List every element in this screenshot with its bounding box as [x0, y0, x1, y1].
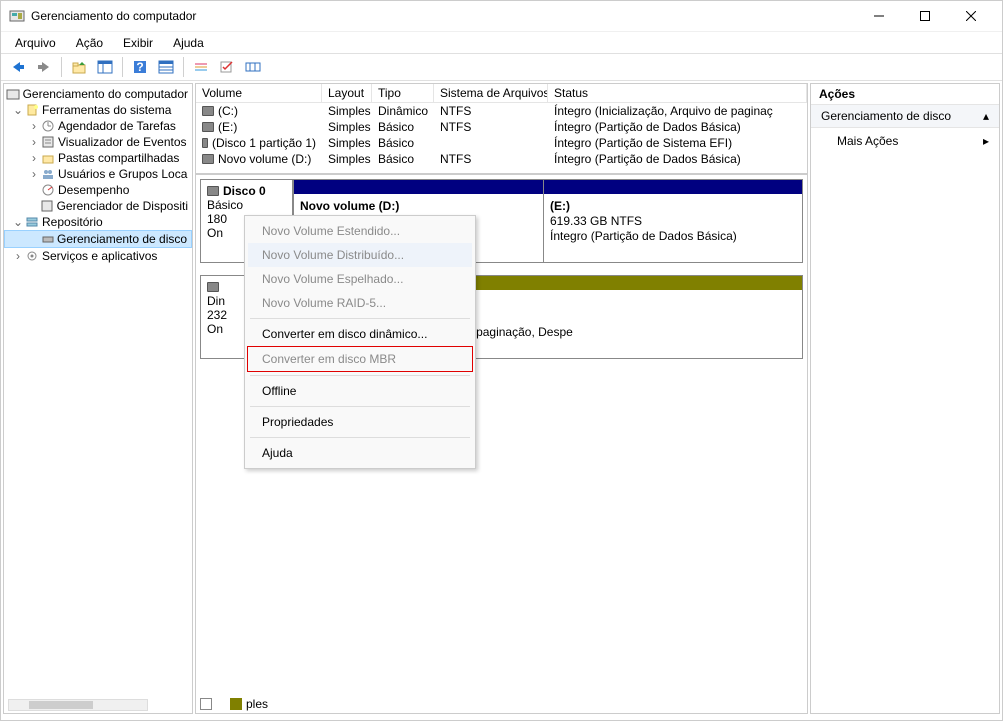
tree-pane[interactable]: Gerenciamento do computador ⌄Ferramentas… — [3, 83, 193, 714]
collapse-icon: ▴ — [983, 109, 989, 123]
volume-icon — [202, 122, 214, 132]
volume-icon — [202, 106, 214, 116]
volume-icon — [202, 154, 214, 164]
ctx-new-spanned[interactable]: Novo Volume Estendido... — [248, 219, 472, 243]
app-icon — [9, 8, 25, 24]
menubar: Arquivo Ação Exibir Ajuda — [1, 31, 1002, 53]
tree-scrollbar[interactable] — [8, 699, 148, 711]
volume-grid-header[interactable]: Volume Layout Tipo Sistema de Arquivos S… — [196, 84, 807, 103]
tree-storage[interactable]: ⌄Repositório — [4, 214, 192, 230]
col-status[interactable]: Status — [548, 84, 807, 102]
col-tipo[interactable]: Tipo — [372, 84, 434, 102]
actions-more[interactable]: Mais Ações ▸ — [811, 128, 999, 154]
grid-row: (C:)SimplesDinâmicoNTFSÍntegro (Iniciali… — [196, 103, 807, 119]
menu-ajuda[interactable]: Ajuda — [169, 34, 208, 52]
actions-head: Ações — [811, 84, 999, 105]
client-area: Gerenciamento do computador ⌄Ferramentas… — [1, 81, 1002, 716]
help-button[interactable]: ? — [129, 56, 151, 78]
tree-sys-tools[interactable]: ⌄Ferramentas do sistema — [4, 102, 192, 118]
ctx-properties[interactable]: Propriedades — [248, 410, 472, 434]
titlebar: Gerenciamento do computador — [1, 1, 1002, 31]
ctx-offline[interactable]: Offline — [248, 379, 472, 403]
list-icon[interactable] — [242, 56, 264, 78]
chevron-right-icon: ▸ — [983, 134, 989, 148]
col-fs[interactable]: Sistema de Arquivos — [434, 84, 548, 102]
ctx-new-mirrored[interactable]: Novo Volume Espelhado... — [248, 267, 472, 291]
back-button[interactable] — [7, 56, 29, 78]
check-icon[interactable] — [216, 56, 238, 78]
tree-devmgr[interactable]: Gerenciador de Dispositi — [4, 198, 192, 214]
tree-users[interactable]: ›Usuários e Grupos Loca — [4, 166, 192, 182]
tree-perf[interactable]: Desempenho — [4, 182, 192, 198]
tree-shared[interactable]: ›Pastas compartilhadas — [4, 150, 192, 166]
svg-text:?: ? — [136, 60, 143, 74]
actions-pane: Ações Gerenciamento de disco ▴ Mais Açõe… — [810, 83, 1000, 714]
detail-view-button[interactable] — [155, 56, 177, 78]
window-title: Gerenciamento do computador — [31, 9, 856, 23]
menu-exibir[interactable]: Exibir — [119, 34, 157, 52]
ctx-convert-mbr[interactable]: Converter em disco MBR — [247, 346, 473, 372]
maximize-button[interactable] — [902, 1, 948, 31]
toolbar: ? — [1, 53, 1002, 81]
tree-root[interactable]: Gerenciamento do computador — [4, 86, 192, 102]
volume-grid[interactable]: (C:)SimplesDinâmicoNTFSÍntegro (Iniciali… — [196, 103, 807, 167]
col-volume[interactable]: Volume — [196, 84, 322, 102]
tree-services[interactable]: ›Serviços e aplicativos — [4, 248, 192, 264]
ctx-convert-dynamic[interactable]: Converter em disco dinâmico... — [248, 322, 472, 346]
tree-task-sched[interactable]: ›Agendador de Tarefas — [4, 118, 192, 134]
minimize-button[interactable] — [856, 1, 902, 31]
menu-arquivo[interactable]: Arquivo — [11, 34, 60, 52]
ctx-help[interactable]: Ajuda — [248, 441, 472, 465]
legend: ples — [200, 697, 268, 711]
grid-row: Novo volume (D:)SimplesBásicoNTFSÍntegro… — [196, 151, 807, 167]
tree-diskmgmt[interactable]: Gerenciamento de disco — [4, 230, 192, 248]
ctx-new-raid5[interactable]: Novo Volume RAID-5... — [248, 291, 472, 315]
grid-row: (E:)SimplesBásicoNTFSÍntegro (Partição d… — [196, 119, 807, 135]
up-button[interactable] — [68, 56, 90, 78]
context-menu: Novo Volume Estendido... Novo Volume Dis… — [244, 215, 476, 469]
disk-area: Disco 0 Básico 180 On Novo volume (D:)a)… — [196, 173, 807, 713]
close-button[interactable] — [948, 1, 994, 31]
col-layout[interactable]: Layout — [322, 84, 372, 102]
menu-acao[interactable]: Ação — [72, 34, 107, 52]
tree-event-viewer[interactable]: ›Visualizador de Eventos — [4, 134, 192, 150]
show-hide-console-button[interactable] — [94, 56, 116, 78]
grid-row: (Disco 1 partição 1)SimplesBásicoÍntegro… — [196, 135, 807, 151]
main-pane: Volume Layout Tipo Sistema de Arquivos S… — [195, 83, 808, 714]
volume-icon — [202, 138, 208, 148]
actions-section[interactable]: Gerenciamento de disco ▴ — [811, 105, 999, 128]
disk0-part2[interactable]: (E:)619.33 GB NTFSÍntegro (Partição de D… — [543, 180, 802, 262]
settings-icon[interactable] — [190, 56, 212, 78]
forward-button[interactable] — [33, 56, 55, 78]
ctx-new-striped[interactable]: Novo Volume Distribuído... — [248, 243, 472, 267]
